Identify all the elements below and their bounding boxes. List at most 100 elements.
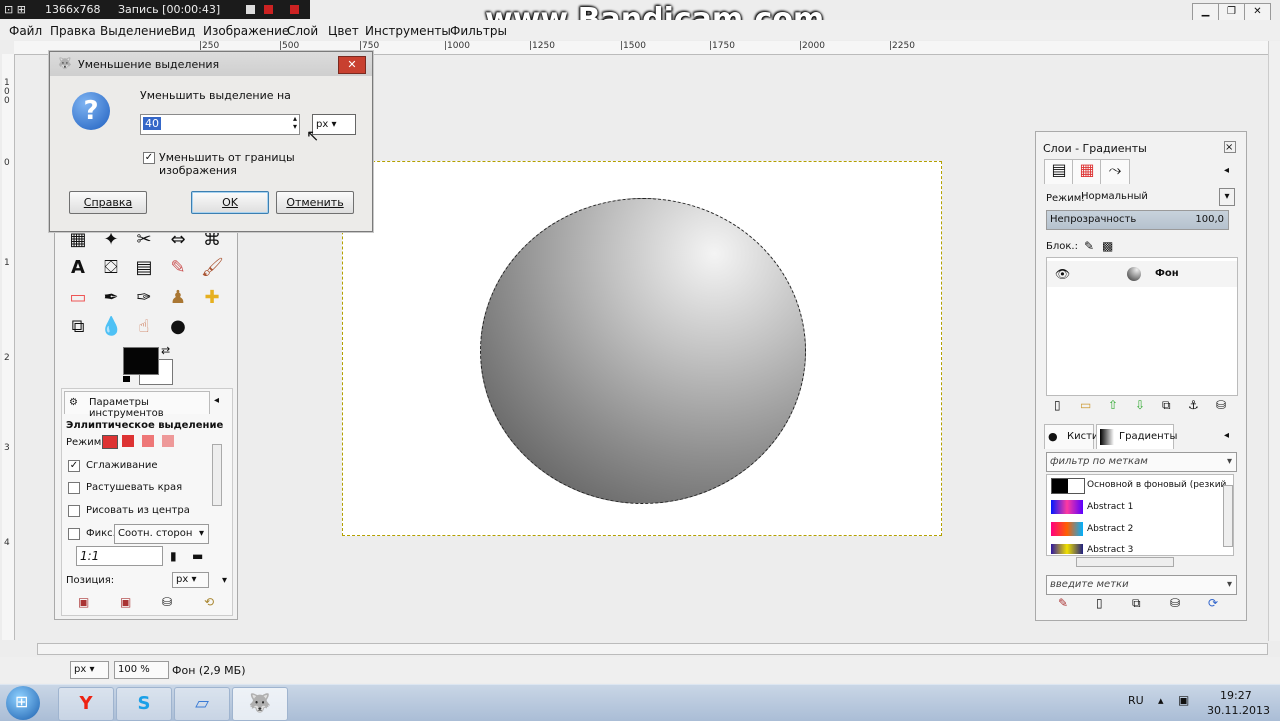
menu-tools[interactable]: Инструменты [365,24,451,38]
delete-options-icon[interactable]: ⛁ [162,595,172,609]
mode-replace-button[interactable] [102,435,118,449]
gradients-hscrollbar[interactable] [1076,557,1174,567]
zoom-select[interactable]: 100 % [114,661,169,679]
panel-menu-icon[interactable]: ◂ [1224,165,1229,176]
reset-colors-icon[interactable] [123,376,130,382]
gradients-scrollbar[interactable] [1223,485,1233,547]
clock-time[interactable]: 19:27 [1220,689,1252,702]
tab-tool-options[interactable]: ⚙ Параметры инструментов [64,391,210,419]
chevron-down-icon[interactable]: ▾ [1219,188,1235,206]
duplicate-gradient-icon[interactable]: ⧉ [1132,596,1141,611]
menu-colors[interactable]: Цвет [328,24,359,38]
tab-channels[interactable]: ▦ [1072,159,1102,184]
perspective-clone-tool-icon[interactable]: ⧉ [67,316,89,338]
portrait-icon[interactable]: ▮ [170,549,177,563]
raise-layer-icon[interactable]: ⇧ [1108,398,1118,412]
text-tool-icon[interactable]: A [67,257,89,279]
maximize-button[interactable]: ❐ [1218,3,1245,21]
yandex-browser-icon[interactable]: Y [58,687,114,721]
stop-icon[interactable] [290,5,299,14]
lock-alpha-icon[interactable]: ▩ [1102,239,1113,253]
edit-gradient-icon[interactable]: ✎ [1058,596,1068,610]
foreground-color-swatch[interactable] [123,347,159,375]
gradient-item[interactable]: Основной в фоновый (резкий [1087,480,1226,490]
opacity-slider[interactable]: Непрозрачность 100,0 [1046,210,1229,230]
pencil-tool-icon[interactable]: ✎ [167,257,189,279]
position-unit-select[interactable]: px ▾ [172,572,209,588]
vertical-scrollbar[interactable] [1268,41,1280,641]
shrink-amount-input[interactable]: 40 ▴ ▾ [140,114,300,135]
smudge-tool-icon[interactable]: ☝ [133,316,155,338]
network-icon[interactable]: ▣ [1178,693,1189,707]
new-gradient-icon[interactable]: ▯ [1096,596,1103,610]
ratio-input[interactable]: 1:1 [76,546,163,566]
layer-row[interactable]: 👁 Фон [1047,261,1237,287]
minimize-button[interactable]: ▁ [1192,3,1219,21]
feather-checkbox[interactable] [68,482,80,494]
lower-layer-icon[interactable]: ⇩ [1135,398,1145,412]
notepad-icon[interactable]: ▱ [174,687,230,721]
fixed-mode-select[interactable]: Соотн. сторон ▾ [114,524,209,544]
record-icon[interactable] [264,5,273,14]
image-canvas[interactable] [342,161,942,536]
menu-image[interactable]: Изображение [203,24,289,38]
menu-file[interactable]: Файл [9,24,42,38]
shrink-from-border-checkbox[interactable]: ✓ [143,152,155,164]
gradient-item[interactable]: Abstract 1 [1087,502,1133,512]
antialias-checkbox[interactable]: ✓ [68,460,80,472]
delete-gradient-icon[interactable]: ⛁ [1170,596,1180,610]
airbrush-tool-icon[interactable]: ✒ [100,287,122,309]
anchor-icon[interactable]: ⚓ [1188,398,1199,412]
scroll-down-icon[interactable]: ▾ [222,575,227,586]
swap-colors-icon[interactable]: ⇄ [161,344,170,357]
expand-center-checkbox[interactable] [68,505,80,517]
start-button[interactable]: ⊞ [6,686,40,720]
clock-date[interactable]: 30.11.2013 [1207,704,1270,717]
fuzzy-select-tool-icon[interactable]: ✦ [100,229,122,251]
cage-tool-icon[interactable]: ⌘ [201,229,223,251]
panel-menu-icon[interactable]: ◂ [1224,430,1229,441]
mode-add-button[interactable] [122,435,134,447]
duplicate-layer-icon[interactable]: ⧉ [1162,398,1171,413]
tab-gradients[interactable]: Градиенты [1096,424,1177,449]
new-group-icon[interactable]: ▭ [1080,398,1091,412]
landscape-icon[interactable]: ▬ [192,549,203,563]
refresh-gradients-icon[interactable]: ⟳ [1208,596,1218,610]
new-layer-icon[interactable]: ▯ [1054,398,1061,412]
transform-tool-icon[interactable]: ⇔ [167,229,189,251]
rect-select-tool-icon[interactable]: ▦ [67,229,89,251]
heal-tool-icon[interactable]: ✚ [201,287,223,309]
skype-icon[interactable]: S [116,687,172,721]
delete-layer-icon[interactable]: ⛁ [1216,398,1226,412]
options-scrollbar[interactable] [212,444,222,506]
close-window-button[interactable]: ✕ [1244,3,1271,21]
menu-select[interactable]: Выделение [100,24,171,38]
ok-button[interactable]: OK [191,191,269,214]
help-button[interactable]: Справка [69,191,147,214]
blur-tool-icon[interactable]: 💧 [100,316,122,338]
paintbrush-tool-icon[interactable]: 🖌 [201,257,224,279]
pause-icon[interactable] [246,5,255,14]
eye-icon[interactable]: 👁 [1055,267,1070,281]
dialog-titlebar[interactable]: 🐺 Уменьшение выделения ✕ [50,52,372,76]
panel-menu-icon[interactable]: ◂ [214,395,219,406]
tab-paths[interactable]: ⤳ [1100,159,1130,184]
blend-tool-icon[interactable]: ▤ [133,257,155,279]
language-indicator[interactable]: RU [1128,694,1144,707]
gradient-item[interactable]: Abstract 3 [1087,545,1133,555]
fixed-checkbox[interactable] [68,528,80,540]
eraser-tool-icon[interactable]: ▭ [67,287,89,309]
gradient-item[interactable]: Abstract 2 [1087,524,1133,534]
mode-subtract-button[interactable] [142,435,154,447]
close-icon[interactable]: ✕ [338,56,366,74]
scissors-select-tool-icon[interactable]: ✂ [133,229,155,251]
status-unit-select[interactable]: px ▾ [70,661,109,679]
close-icon[interactable]: × [1224,141,1236,153]
mode-intersect-button[interactable] [162,435,174,447]
tab-layers[interactable]: ▤ [1044,159,1074,184]
spin-arrows-icon[interactable]: ▴ ▾ [293,115,297,131]
gradient-tags-input[interactable]: введите метки ▾ [1046,575,1237,595]
restore-options-icon[interactable]: ▣ [120,595,131,609]
clone-tool-icon[interactable]: ♟ [167,287,189,309]
save-options-icon[interactable]: ▣ [78,595,89,609]
